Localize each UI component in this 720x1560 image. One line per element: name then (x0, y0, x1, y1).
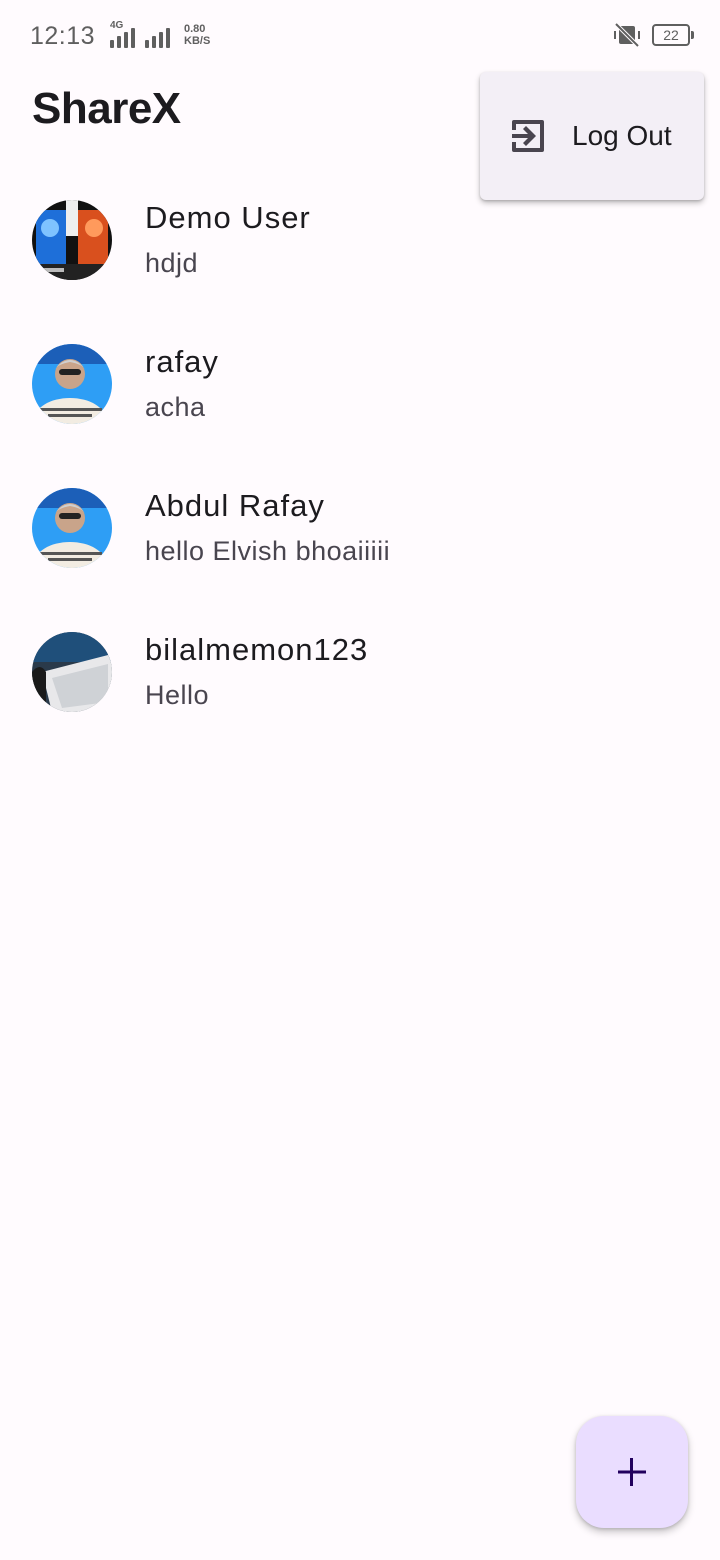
chat-list: Demo User hdjd rafay acha Abdul Rafay he… (0, 168, 720, 744)
chat-name: rafay (145, 344, 219, 379)
chat-last-message: hello Elvish bhoaiiiii (145, 536, 391, 566)
vibrate-off-icon (614, 22, 640, 48)
logout-icon (512, 120, 544, 152)
chat-last-message: hdjd (145, 248, 199, 278)
signal-icon (145, 26, 170, 48)
chat-last-message: acha (145, 392, 206, 422)
new-chat-fab[interactable] (576, 1416, 688, 1528)
chat-last-message: Hello (145, 680, 210, 710)
chat-list-item[interactable]: bilalmemon123 Hello (0, 600, 720, 744)
avatar[interactable] (32, 488, 112, 568)
speed-unit: KB/S (184, 35, 211, 47)
network-indicator: 4G (100, 20, 170, 48)
avatar[interactable] (32, 632, 112, 712)
plus-icon (618, 1458, 646, 1486)
status-right: 22 (612, 22, 694, 48)
network-type: 4G (110, 20, 124, 31)
logout-menu-item[interactable]: Log Out (480, 72, 704, 200)
avatar[interactable] (32, 344, 112, 424)
chat-name: bilalmemon123 (145, 632, 369, 667)
app-title: ShareX (32, 84, 181, 133)
network-speed: 0.80 KB/S (184, 23, 210, 47)
chat-list-item[interactable]: Abdul Rafay hello Elvish bhoaiiiii (0, 456, 720, 600)
logout-label: Log Out (572, 120, 672, 151)
status-time: 12:13 (30, 22, 96, 50)
chat-name: Abdul Rafay (145, 488, 325, 523)
speed-value: 0.80 (184, 23, 206, 35)
chat-list-item[interactable]: rafay acha (0, 312, 720, 456)
overflow-menu: Log Out (480, 72, 704, 200)
chat-name: Demo User (145, 200, 311, 235)
battery-icon: 22 (652, 24, 694, 46)
status-bar: 12:13 4G 0.80 KB/S 22 (0, 0, 720, 72)
avatar[interactable] (32, 200, 112, 280)
